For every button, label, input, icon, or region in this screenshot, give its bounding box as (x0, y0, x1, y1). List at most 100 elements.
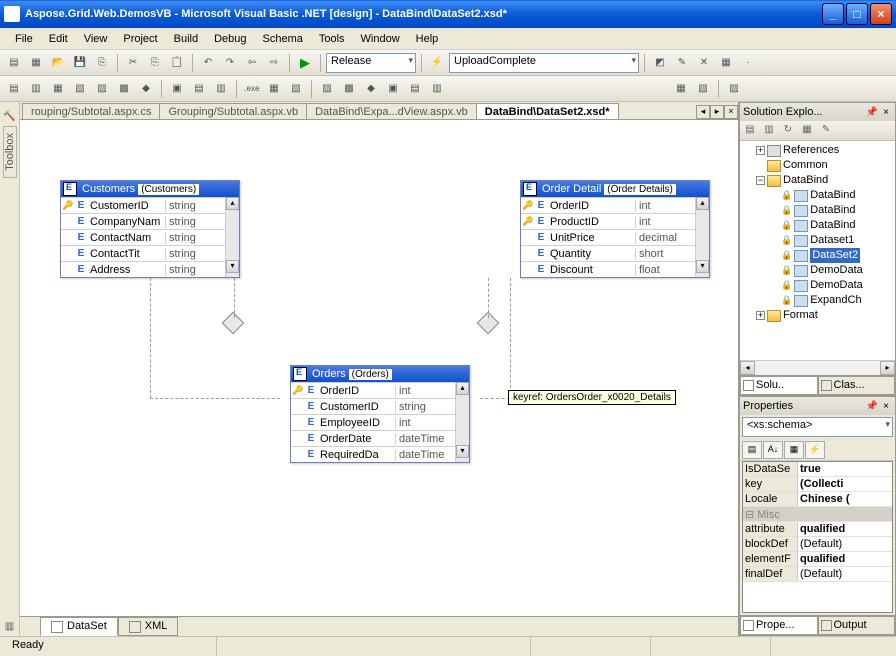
tab-output[interactable]: Output (818, 616, 896, 635)
tab-right-icon[interactable]: ▸ (710, 105, 724, 119)
exe-icon[interactable]: .exe (242, 79, 262, 99)
menu-view[interactable]: View (77, 31, 115, 47)
entity-customers[interactable]: Customers (Customers) 🔑ECustomerIDstring… (60, 180, 240, 278)
tab-properties[interactable]: Prope... (740, 616, 818, 635)
sch-12-icon[interactable]: ▧ (286, 79, 306, 99)
alpha-icon[interactable]: A↓ (763, 441, 783, 459)
pin-icon[interactable]: 📌 (864, 107, 880, 118)
copy-icon[interactable]: ⎘ (145, 53, 165, 73)
prop-value[interactable]: Chinese ( (798, 492, 892, 506)
minimize-button[interactable]: _ (822, 3, 844, 25)
property-row[interactable]: key(Collecti (743, 477, 892, 492)
entity-orders[interactable]: Orders (Orders) 🔑EOrderIDintECustomerIDs… (290, 365, 470, 463)
cut-icon[interactable]: ✂ (123, 53, 143, 73)
doc-tab-2[interactable]: DataBind\Expa...dView.aspx.vb (306, 103, 477, 119)
collapse-icon[interactable]: − (756, 176, 765, 185)
tab-classview[interactable]: Clas... (818, 376, 896, 395)
categorized-icon[interactable]: ▤ (742, 441, 762, 459)
sol-tb-3-icon[interactable]: ↻ (779, 122, 797, 139)
entity-scrollbar[interactable]: ▴▾ (455, 382, 469, 462)
sol-tb-2-icon[interactable]: ▥ (760, 122, 778, 139)
undo-icon[interactable]: ↶ (198, 53, 218, 73)
tree-node[interactable]: 🔒DataBind (742, 203, 893, 218)
property-grid[interactable]: IsDataSetruekey(CollectiLocaleChinese (⊟… (742, 461, 893, 613)
tree-node[interactable]: Common (783, 158, 828, 173)
tab-close-icon[interactable]: × (724, 105, 738, 119)
tab-dataset[interactable]: DataSet (40, 617, 118, 635)
menu-file[interactable]: File (8, 31, 40, 47)
entity-field-row[interactable]: 🔑EOrderIDint (291, 382, 455, 398)
menu-tools[interactable]: Tools (312, 31, 352, 47)
sch-14-icon[interactable]: ▩ (339, 79, 359, 99)
panel-close-icon[interactable]: × (880, 401, 892, 412)
expand-icon[interactable]: + (756, 311, 765, 320)
saveall-icon[interactable]: ⎘ (92, 53, 112, 73)
sch-7-icon[interactable]: ◆ (136, 79, 156, 99)
entity-scrollbar[interactable]: ▴▾ (695, 197, 709, 277)
expand-icon[interactable]: + (756, 146, 765, 155)
tab-solution[interactable]: Solu.. (740, 376, 818, 395)
sch-18-icon[interactable]: ▥ (427, 79, 447, 99)
property-row[interactable]: attributequalified (743, 522, 892, 537)
sch-19-icon[interactable]: ▦ (671, 79, 691, 99)
property-row[interactable]: LocaleChinese ( (743, 492, 892, 507)
entity-field-row[interactable]: ERequiredDadateTime (291, 446, 455, 462)
sch-4-icon[interactable]: ▧ (70, 79, 90, 99)
add-item-icon[interactable]: ▦ (26, 53, 46, 73)
event-icon[interactable]: ⚡ (427, 53, 447, 73)
prop-value[interactable]: (Default) (798, 537, 892, 551)
entity-field-row[interactable]: EEmployeeIDint (291, 414, 455, 430)
entity-field-row[interactable]: 🔑EProductIDint (521, 213, 695, 229)
menu-debug[interactable]: Debug (207, 31, 253, 47)
prop-value[interactable]: true (798, 462, 892, 476)
nav-back-icon[interactable]: ⇦ (242, 53, 262, 73)
sch-17-icon[interactable]: ▤ (405, 79, 425, 99)
prop-value[interactable]: (Default) (798, 567, 892, 581)
entity-field-row[interactable]: EQuantityshort (521, 245, 695, 261)
solution-tree[interactable]: +References Common −DataBind 🔒DataBind🔒D… (740, 141, 895, 360)
doc-tab-0[interactable]: rouping/Subtotal.aspx.cs (22, 103, 160, 119)
prop-value[interactable]: qualified (798, 522, 892, 536)
tree-node[interactable]: 🔒DemoData (742, 278, 893, 293)
sch-2-icon[interactable]: ▥ (26, 79, 46, 99)
events-icon[interactable]: ⚡ (805, 441, 825, 459)
sol-tb-1-icon[interactable]: ▤ (741, 122, 759, 139)
entity-field-row[interactable]: EContactTitstring (61, 245, 225, 261)
sch-15-icon[interactable]: ◆ (361, 79, 381, 99)
sch-13-icon[interactable]: ▨ (317, 79, 337, 99)
entity-field-row[interactable]: EUnitPricedecimal (521, 229, 695, 245)
paste-icon[interactable]: 📋 (167, 53, 187, 73)
doc-tab-3[interactable]: DataBind\DataSet2.xsd* (476, 103, 619, 119)
property-row[interactable]: elementFqualified (743, 552, 892, 567)
save-icon[interactable]: 💾 (70, 53, 90, 73)
tree-node[interactable]: DataBind (783, 173, 828, 188)
start-debug-icon[interactable]: ▶ (295, 53, 315, 73)
sch-5-icon[interactable]: ▨ (92, 79, 112, 99)
doc-tab-1[interactable]: Grouping/Subtotal.aspx.vb (159, 103, 307, 119)
entity-field-row[interactable]: ECompanyNamstring (61, 213, 225, 229)
maximize-button[interactable]: □ (846, 3, 868, 25)
tree-node[interactable]: 🔒DataBind (742, 188, 893, 203)
tree-node[interactable]: 🔒ExpandCh (742, 293, 893, 308)
open-icon[interactable]: 📂 (48, 53, 68, 73)
entity-field-row[interactable]: EAddressstring (61, 261, 225, 277)
property-row[interactable]: IsDataSetrue (743, 462, 892, 477)
tree-node[interactable]: 🔒DataSet2 (742, 248, 893, 263)
tree-node[interactable]: 🔒DemoData (742, 263, 893, 278)
new-project-icon[interactable]: ▤ (4, 53, 24, 73)
entity-field-row[interactable]: ECustomerIDstring (291, 398, 455, 414)
tool-b-icon[interactable]: ✎ (672, 53, 692, 73)
sol-tb-5-icon[interactable]: ✎ (817, 122, 835, 139)
menu-help[interactable]: Help (409, 31, 446, 47)
menu-edit[interactable]: Edit (42, 31, 75, 47)
sch-3-icon[interactable]: ▦ (48, 79, 68, 99)
redo-icon[interactable]: ↷ (220, 53, 240, 73)
property-row[interactable]: blockDef(Default) (743, 537, 892, 552)
hammer-icon[interactable]: 🔨 (0, 106, 20, 126)
tool-c-icon[interactable]: ✕ (694, 53, 714, 73)
tab-left-icon[interactable]: ◂ (696, 105, 710, 119)
sch-20-icon[interactable]: ▧ (693, 79, 713, 99)
props-icon[interactable]: ▦ (784, 441, 804, 459)
sch-16-icon[interactable]: ▣ (383, 79, 403, 99)
tree-node[interactable]: References (783, 143, 839, 158)
